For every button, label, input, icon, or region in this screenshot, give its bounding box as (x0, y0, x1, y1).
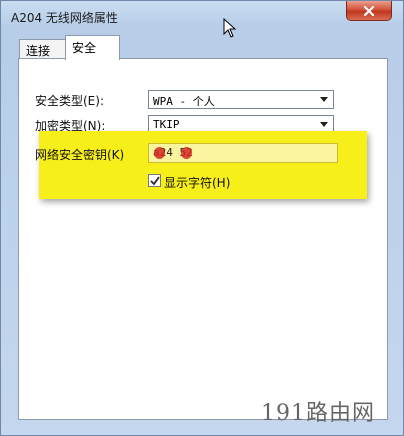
redaction-mark (181, 147, 192, 159)
show-characters-label: 显示字符(H) (164, 176, 231, 190)
close-icon (363, 5, 375, 16)
dialog-window: A204 无线网络属性 连接 安全 安全类型(E): WPA - 个人 加密类型… (0, 0, 404, 436)
security-type-label: 安全类型(E): (35, 94, 104, 108)
encryption-type-value: TKIP (153, 118, 180, 131)
tab-security[interactable]: 安全 (65, 35, 120, 60)
tab-connection-label: 连接 (26, 44, 51, 58)
show-characters-checkbox[interactable] (148, 174, 161, 187)
chevron-down-icon (320, 97, 328, 102)
close-button[interactable] (346, 1, 392, 21)
chevron-down-icon (320, 122, 328, 127)
security-type-value: WPA - 个人 (153, 95, 215, 108)
mouse-cursor-icon (223, 18, 237, 38)
title-bar[interactable]: A204 无线网络属性 (1, 1, 403, 31)
network-key-label: 网络安全密钥(K) (35, 148, 125, 162)
window-title: A204 无线网络属性 (11, 11, 118, 25)
redaction-mark (154, 147, 165, 159)
network-key-input[interactable]: a24 52 (148, 143, 338, 163)
watermark: 191路由网 (261, 401, 375, 426)
security-panel (18, 58, 388, 420)
tab-connection[interactable]: 连接 (19, 39, 66, 59)
checkmark-icon (150, 176, 160, 186)
security-type-select[interactable]: WPA - 个人 (148, 90, 334, 109)
tab-security-label: 安全 (72, 41, 97, 55)
